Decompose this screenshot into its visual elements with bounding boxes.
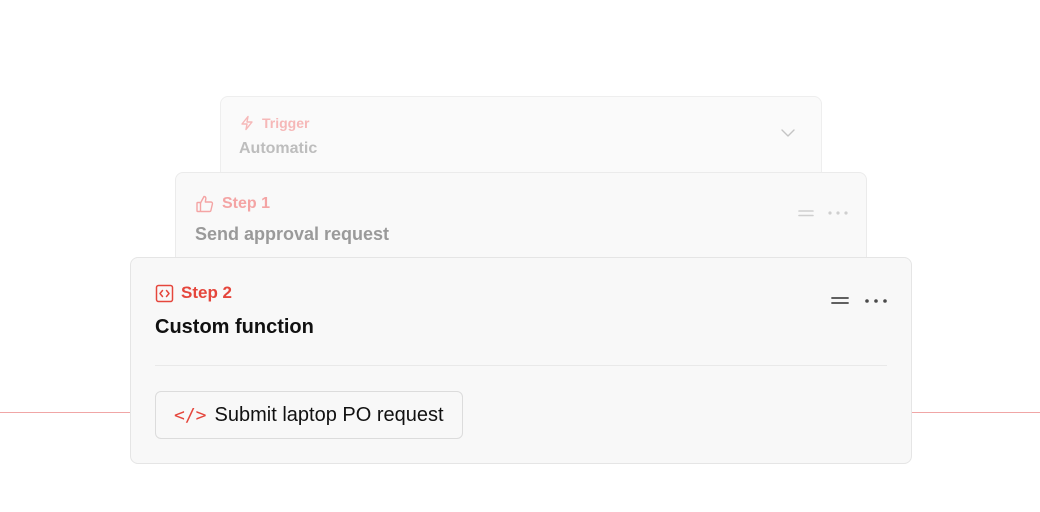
step1-title: Send approval request [195, 224, 390, 244]
workflow-canvas: Trigger Automatic Step 1 Send approval r… [0, 0, 1040, 512]
drag-handle-icon[interactable] [831, 296, 849, 305]
custom-function-button-label: Submit laptop PO request [214, 403, 444, 426]
step2-label: Step 2 [181, 283, 233, 302]
card-divider [155, 365, 887, 366]
guide-line-right [911, 412, 1040, 413]
step2-title: Custom function [155, 316, 314, 338]
chevron-down-icon[interactable] [781, 129, 795, 137]
code-icon [155, 284, 174, 303]
guide-line-left [0, 412, 131, 413]
trigger-title: Automatic [239, 140, 318, 157]
thumbs-up-icon [195, 194, 215, 214]
more-options-icon[interactable] [865, 298, 887, 303]
drag-handle-icon[interactable] [798, 209, 814, 217]
step1-actions [798, 209, 848, 217]
more-options-icon[interactable] [828, 211, 848, 215]
custom-function-button[interactable]: </> Submit laptop PO request [155, 391, 463, 439]
step2-actions [831, 296, 887, 305]
lightning-icon [239, 115, 255, 131]
step1-label-row: Step 1 [195, 194, 270, 214]
step2-card[interactable]: Step 2 Custom function </> Submit laptop… [130, 257, 912, 464]
step1-label: Step 1 [222, 195, 271, 212]
code-glyph-icon: </> [174, 404, 207, 426]
trigger-label-row: Trigger [239, 115, 309, 131]
step2-label-row: Step 2 [155, 283, 232, 303]
trigger-label: Trigger [262, 115, 310, 131]
